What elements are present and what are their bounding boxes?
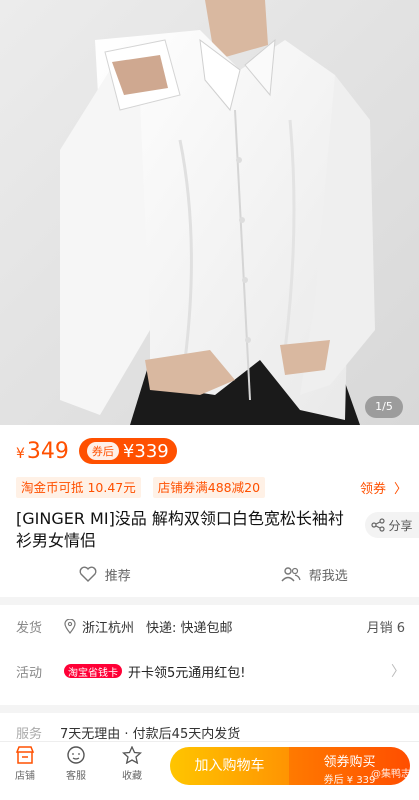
share-icon — [371, 518, 386, 532]
favorite-tab[interactable]: 收藏 — [109, 746, 155, 782]
share-button[interactable]: 分享 — [365, 512, 419, 538]
store-icon — [15, 746, 35, 764]
action-row: 推荐 帮我选 — [0, 559, 419, 589]
recommend-button[interactable]: 推荐 — [0, 559, 210, 589]
shipping-row[interactable]: 发货 浙江杭州 快递: 快递包邮 月销 6 — [16, 614, 405, 638]
get-coupon-label: 领券 — [359, 481, 386, 497]
shipping-label: 发货 — [16, 620, 43, 636]
location-pin-icon — [64, 618, 76, 634]
product-info-card: ¥349 券后 ¥339 淘金币可抵 10.47元 店铺券满488减20 领券 … — [0, 425, 419, 597]
image-counter: 1/5 — [365, 396, 403, 418]
product-title: [GINGER MI]没品 解构双领口白色宽松长袖衬衫男女情侣 — [16, 509, 344, 550]
shipping-location: 浙江杭州 — [64, 617, 134, 636]
chevron-right-icon: 〉 — [393, 481, 407, 497]
people-icon — [281, 567, 301, 582]
store-label: 店铺 — [15, 771, 35, 782]
share-label: 分享 — [388, 518, 413, 533]
price-value: 349 — [26, 438, 69, 464]
product-photo-illustration — [0, 0, 419, 425]
service-label: 服务 — [16, 726, 43, 742]
help-choose-label: 帮我选 — [308, 568, 348, 584]
customer-service-label: 客服 — [66, 771, 86, 782]
price-row: ¥349 券后 ¥339 — [16, 435, 177, 467]
after-coupon-value: ¥339 — [122, 440, 169, 462]
coin-discount-tag[interactable]: 淘金币可抵 10.47元 — [16, 476, 141, 498]
savings-card-badge-text: 淘宝省钱卡 — [68, 667, 118, 679]
bottom-action-bar: 店铺 客服 收藏 加入购物车 领券购买 券后 ¥ 339 @集鸭志 — [0, 741, 419, 800]
help-choose-button[interactable]: 帮我选 — [210, 559, 419, 589]
activity-label: 活动 — [16, 665, 43, 681]
get-coupon-link[interactable]: 领券 〉 — [360, 478, 407, 497]
favorite-label: 收藏 — [122, 771, 142, 782]
current-price: ¥349 — [16, 439, 69, 464]
store-tab[interactable]: 店铺 — [2, 746, 48, 782]
recommend-label: 推荐 — [104, 568, 131, 584]
monthly-sales: 月销 6 — [366, 620, 405, 636]
add-to-cart-button[interactable]: 加入购物车 — [170, 747, 289, 785]
coupon-row: 淘金币可抵 10.47元 店铺券满488减20 领券 〉 — [16, 476, 407, 498]
chat-icon — [67, 746, 85, 764]
after-coupon-price: 券后 ¥339 — [78, 438, 177, 464]
express-info: 快递: 快递包邮 — [146, 620, 233, 636]
service-text: 7天无理由 · 付款后45天内发货 — [60, 726, 241, 742]
chevron-right-icon: 〉 — [391, 664, 405, 680]
watermark: @集鸭志 — [371, 769, 411, 780]
after-coupon-label: 券后 — [86, 442, 119, 460]
star-icon — [122, 746, 142, 764]
store-coupon-tag[interactable]: 店铺券满488减20 — [152, 476, 266, 498]
activity-row[interactable]: 活动 淘宝省钱卡 开卡领5元通用红包! 〉 — [16, 659, 405, 683]
savings-card-badge: 淘宝省钱卡 — [64, 664, 122, 679]
currency-symbol: ¥ — [16, 445, 25, 462]
customer-service-tab[interactable]: 客服 — [53, 746, 99, 782]
shipping-location-text: 浙江杭州 — [82, 620, 135, 636]
product-image[interactable]: 1/5 — [0, 0, 419, 425]
heart-icon — [79, 566, 97, 582]
activity-promo: 开卡领5元通用红包! — [128, 665, 246, 681]
shipping-card: 发货 浙江杭州 快递: 快递包邮 月销 6 活动 淘宝省钱卡 开卡领5元通用红包… — [0, 605, 419, 705]
